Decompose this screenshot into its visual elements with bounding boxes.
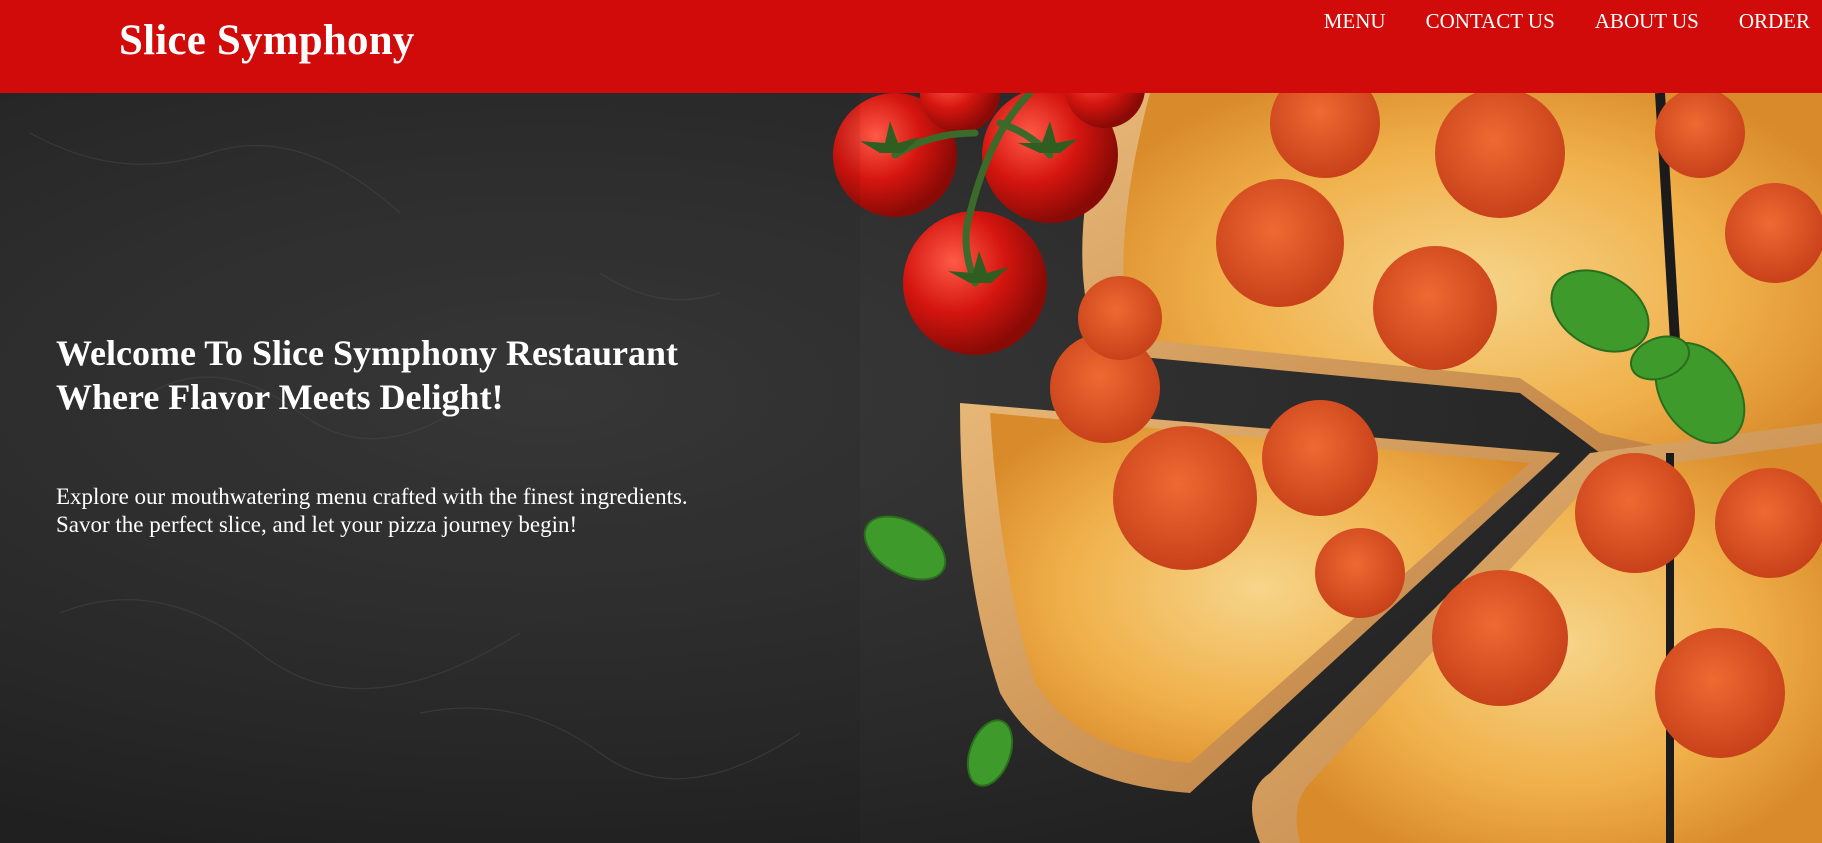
nav-item-order: ORDER xyxy=(1739,9,1810,34)
hero-section: Welcome To Slice Symphony Restaurant Whe… xyxy=(0,93,1822,843)
nav-item-about: ABOUT US xyxy=(1595,9,1699,34)
nav-item-menu: MENU xyxy=(1324,9,1386,34)
hero-description: Explore our mouthwatering menu crafted w… xyxy=(56,483,816,539)
main-nav: MENU CONTACT US ABOUT US ORDER xyxy=(1324,9,1810,34)
hero-text-block: Welcome To Slice Symphony Restaurant Whe… xyxy=(56,331,816,539)
nav-item-contact: CONTACT US xyxy=(1426,9,1555,34)
hero-heading-line-1: Welcome To Slice Symphony Restaurant xyxy=(56,333,679,373)
nav-link-menu[interactable]: MENU xyxy=(1324,9,1386,33)
hero-description-line-2: Savor the perfect slice, and let your pi… xyxy=(56,512,578,537)
hero-heading: Welcome To Slice Symphony Restaurant Whe… xyxy=(56,331,816,419)
nav-link-about-us[interactable]: ABOUT US xyxy=(1595,9,1699,33)
site-header: Slice Symphony MENU CONTACT US ABOUT US … xyxy=(0,0,1822,93)
hero-heading-line-2: Where Flavor Meets Delight! xyxy=(56,377,504,417)
nav-link-contact-us[interactable]: CONTACT US xyxy=(1426,9,1555,33)
brand-logo-text[interactable]: Slice Symphony xyxy=(119,16,415,65)
nav-link-order[interactable]: ORDER xyxy=(1739,9,1810,33)
hero-description-line-1: Explore our mouthwatering menu crafted w… xyxy=(56,484,688,509)
page: Slice Symphony MENU CONTACT US ABOUT US … xyxy=(0,0,1822,843)
